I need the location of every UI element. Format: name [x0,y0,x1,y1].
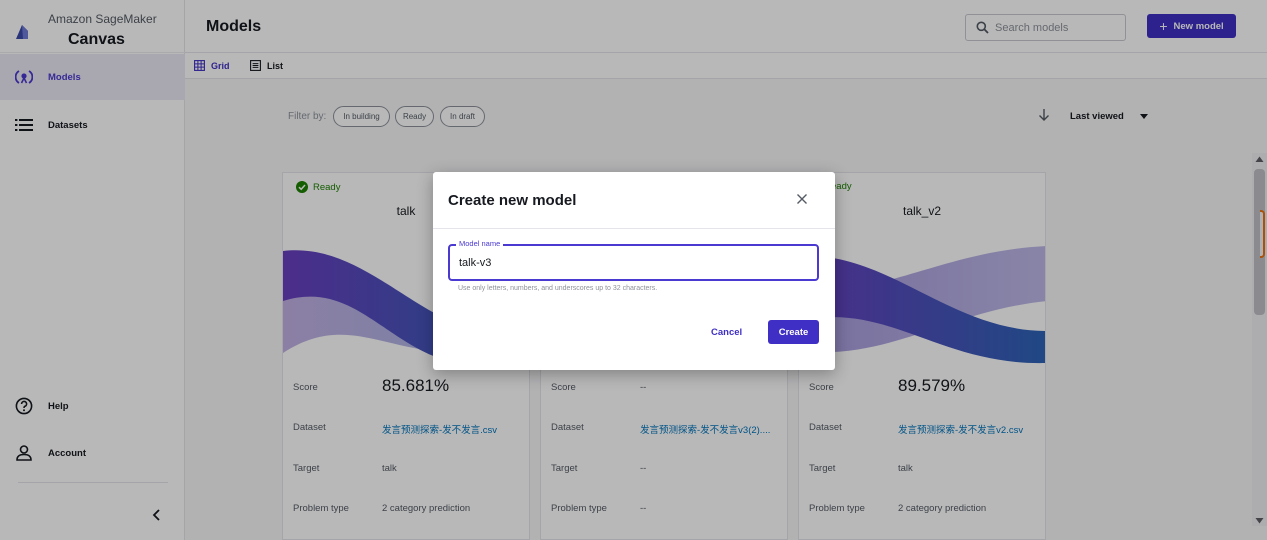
create-model-dialog: Create new model Model name Use only let… [433,172,835,370]
dialog-title: Create new model [448,192,577,209]
close-icon[interactable] [795,192,809,206]
model-name-field: Model name [448,239,819,281]
cancel-button[interactable]: Cancel [711,327,742,338]
dialog-divider [433,228,835,229]
create-button[interactable]: Create [768,320,819,344]
model-name-input[interactable] [459,255,799,271]
model-name-label: Model name [456,239,504,248]
model-name-hint: Use only letters, numbers, and underscor… [458,285,658,292]
